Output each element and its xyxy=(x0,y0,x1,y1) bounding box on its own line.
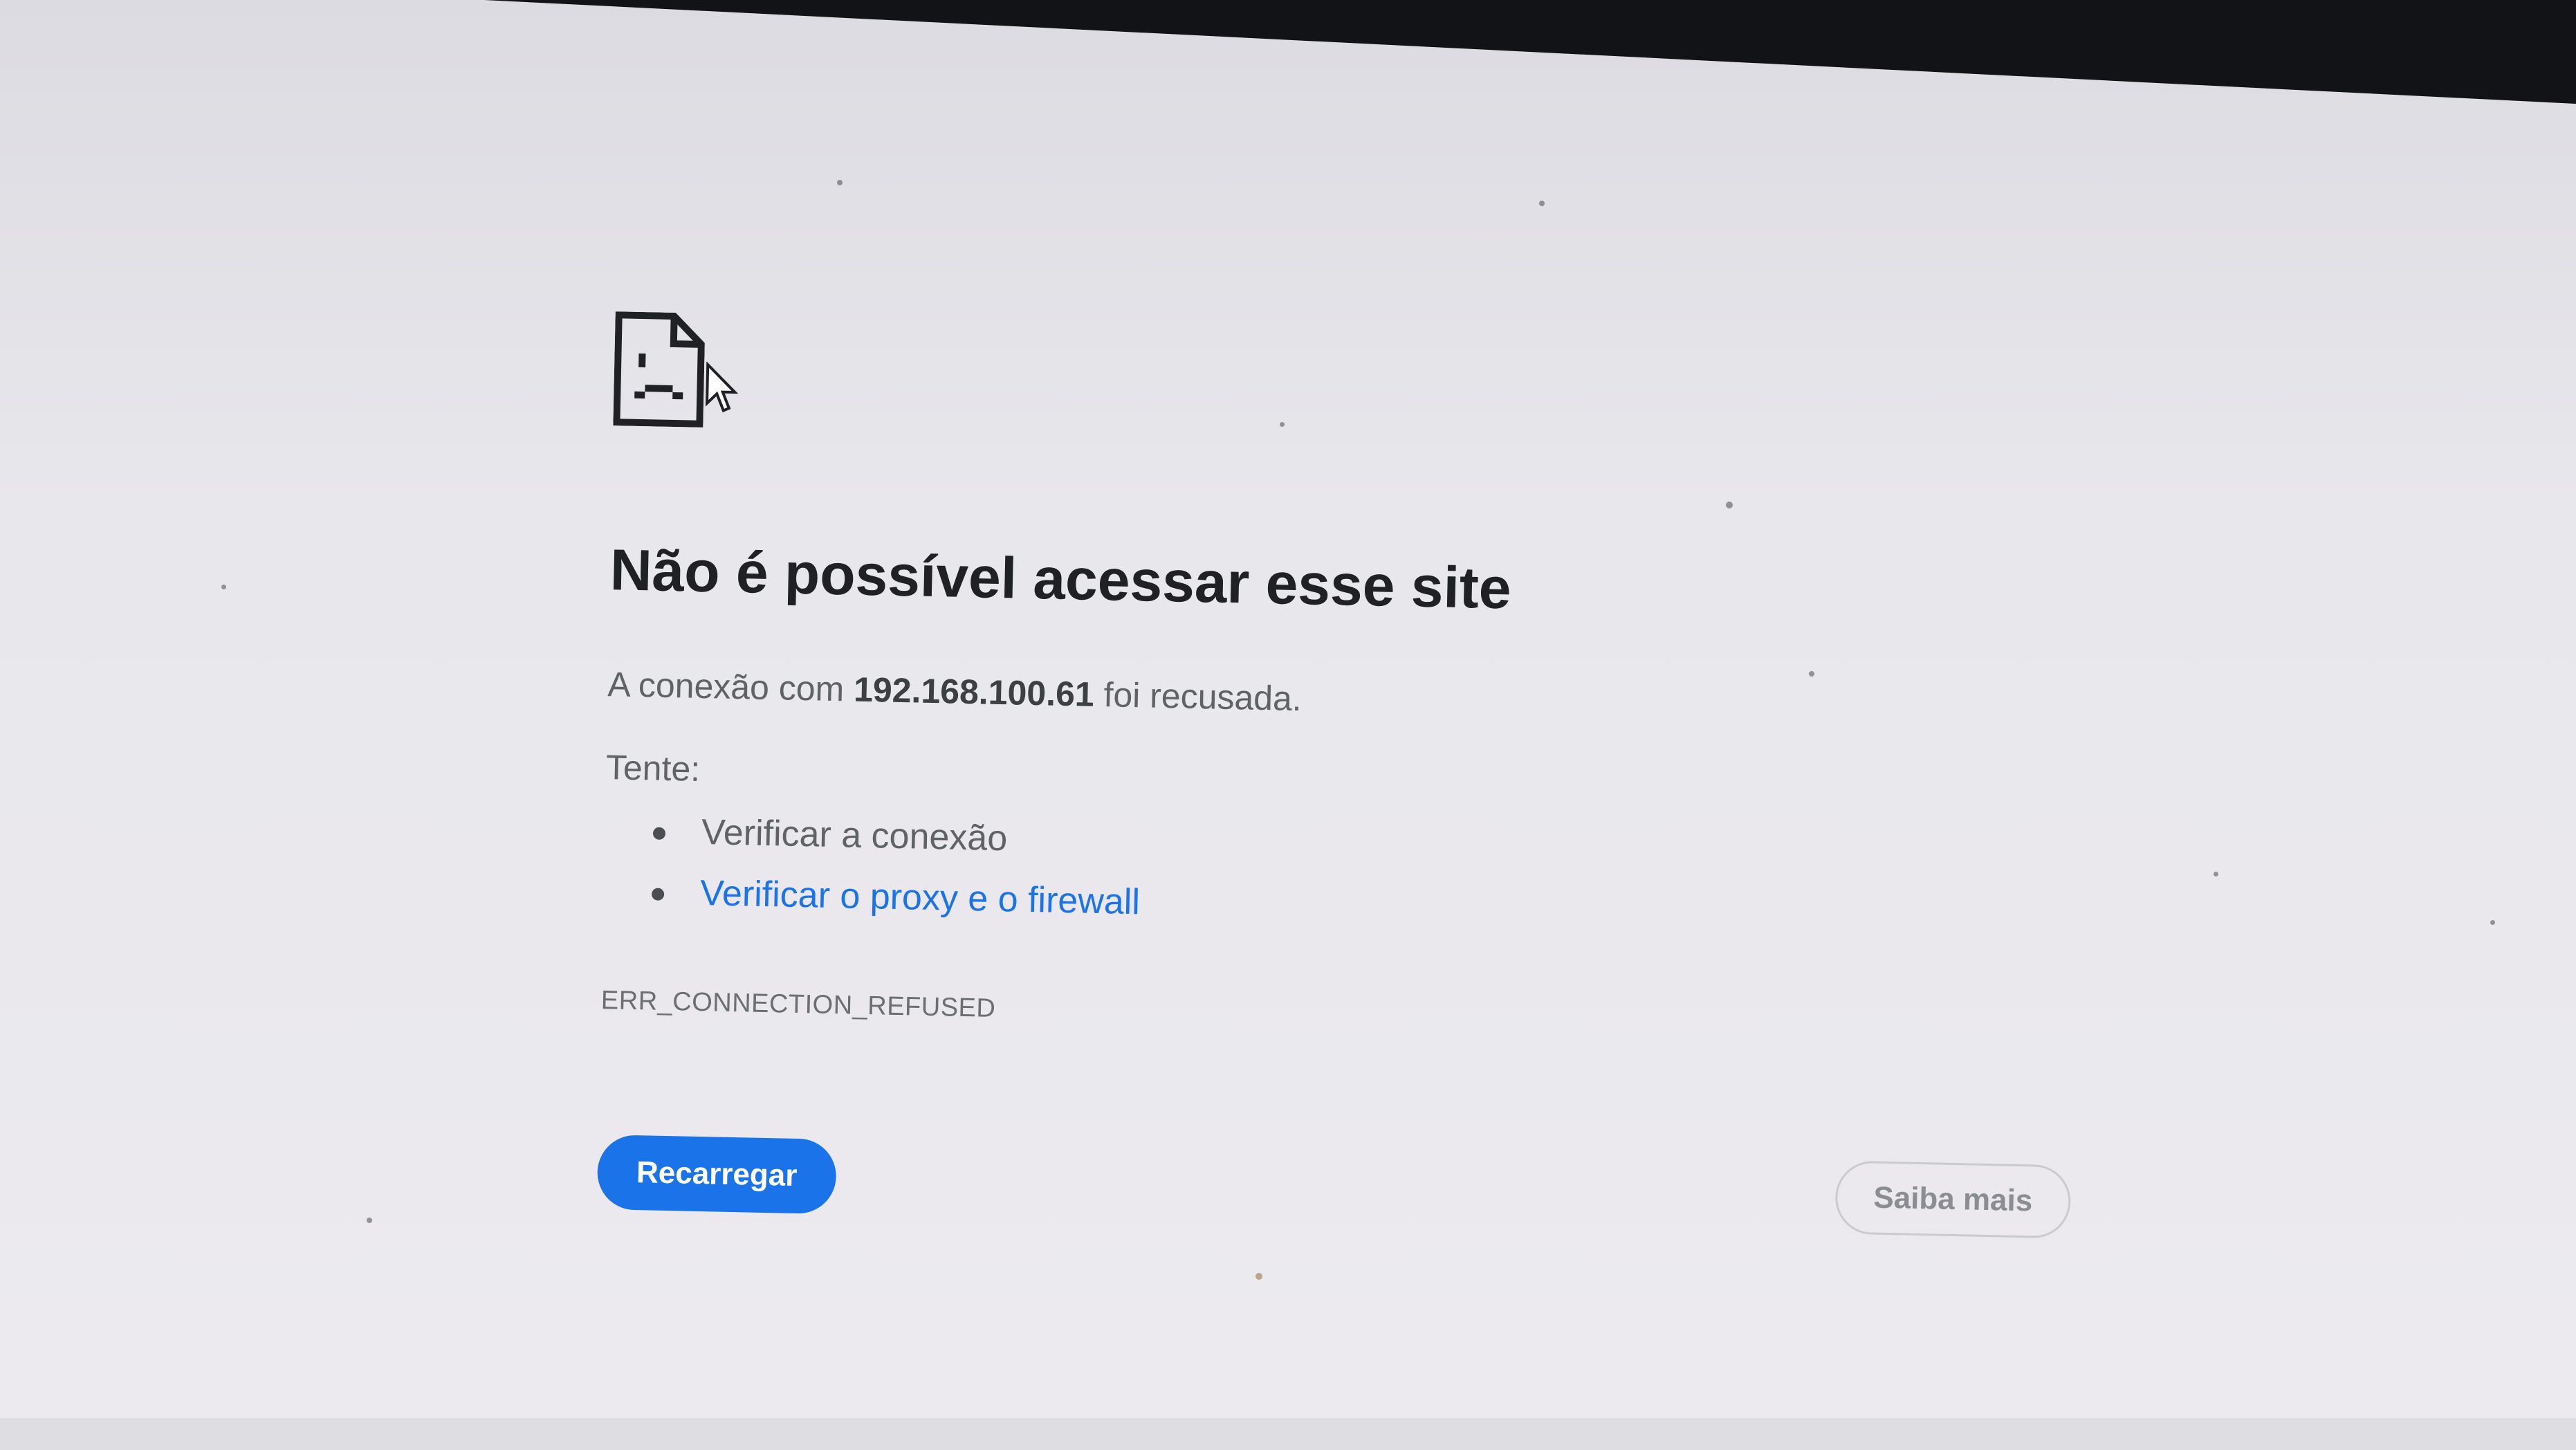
learn-more-button[interactable]: Saiba mais xyxy=(1834,1160,2072,1239)
screen-dust-speck xyxy=(2490,920,2495,925)
try-label: Tente: xyxy=(605,748,701,789)
host-address: 192.168.100.61 xyxy=(853,670,1095,714)
screen-dust-speck xyxy=(1726,502,1733,508)
check-proxy-firewall-link[interactable]: Verificar o proxy e o firewall xyxy=(700,873,1141,922)
screen-dust-speck xyxy=(2214,872,2218,877)
screen-dust-speck xyxy=(837,180,843,185)
screen-dust-speck xyxy=(367,1218,372,1223)
reload-button[interactable]: Recarregar xyxy=(596,1134,837,1215)
suggestion-label: Verificar a conexão xyxy=(701,811,1008,859)
sad-page-icon xyxy=(613,311,705,428)
screen-dust-speck xyxy=(221,585,226,589)
suggestion-check-connection: Verificar a conexão xyxy=(652,811,1142,882)
description-suffix: foi recusada. xyxy=(1094,674,1303,719)
suggestion-check-proxy-firewall: Verificar o proxy e o firewall xyxy=(651,871,1141,942)
mouse-cursor-icon xyxy=(705,361,739,413)
error-code: ERR_CONNECTION_REFUSED xyxy=(600,985,996,1023)
screen: Não é possível acessar esse site A conex… xyxy=(0,0,2576,1450)
error-page: Não é possível acessar esse site A conex… xyxy=(596,304,2131,1239)
screen-dust-speck xyxy=(1809,671,1814,677)
description-prefix: A conexão com xyxy=(607,665,854,709)
error-description: A conexão com 192.168.100.61 foi recusad… xyxy=(607,664,1302,719)
suggestions-list: Verificar a conexão Verificar o proxy e … xyxy=(651,811,1141,943)
error-title: Não é possível acessar esse site xyxy=(609,537,1512,621)
screen-dust-speck xyxy=(1255,1273,1262,1280)
monitor-bezel xyxy=(0,0,2576,1450)
screen-dust-speck xyxy=(1539,201,1545,206)
screen-dust-speck xyxy=(1280,422,1285,427)
